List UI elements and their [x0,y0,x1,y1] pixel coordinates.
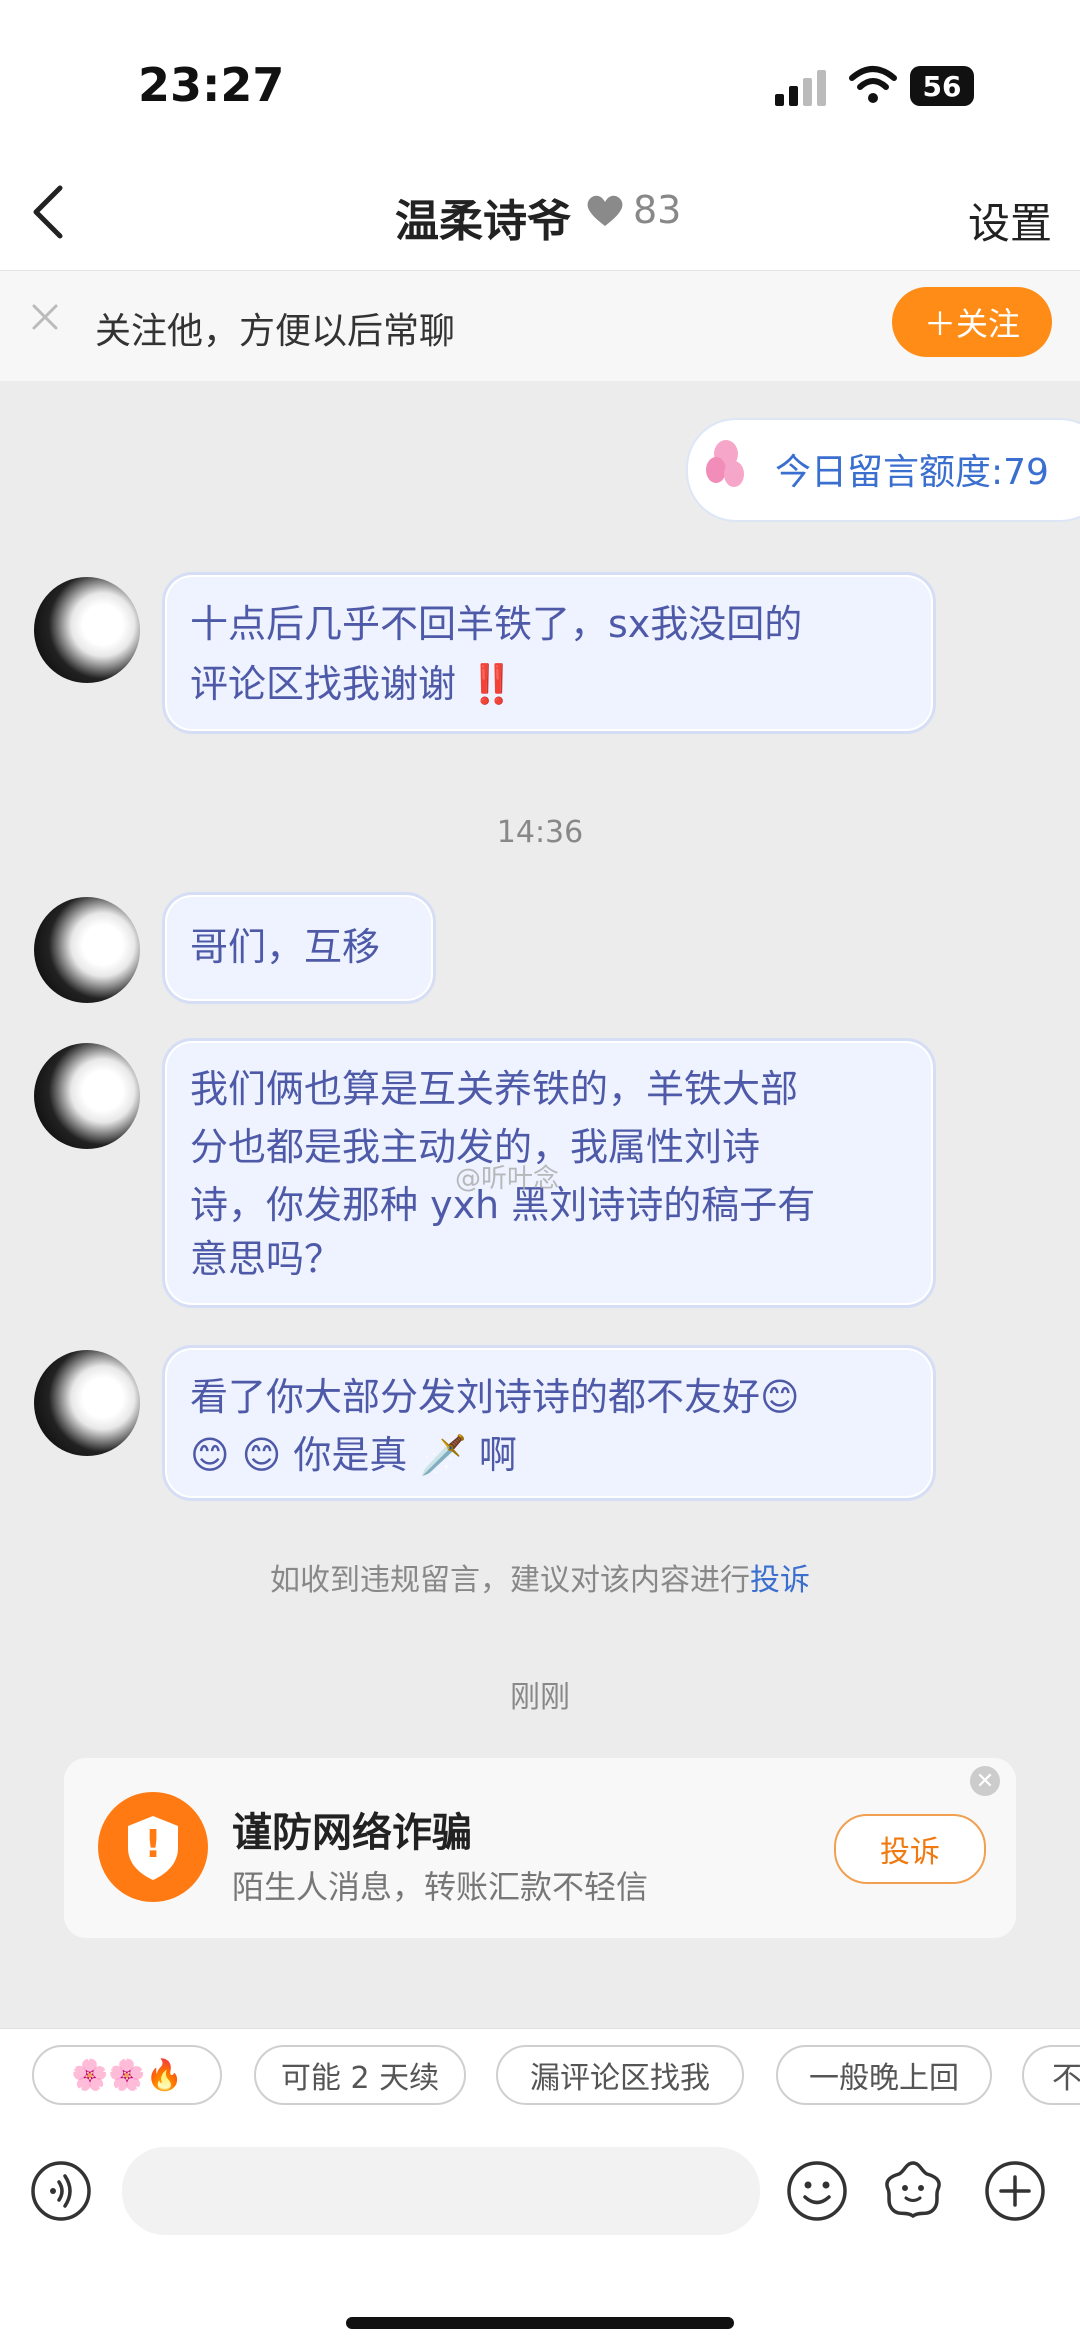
quick-reply-chip[interactable]: 一般晚上回 [776,2045,992,2105]
message-text: 意思吗？ [190,1237,343,1281]
sticker-icon[interactable] [880,2158,946,2224]
avatar[interactable] [34,1350,140,1456]
close-card-icon[interactable]: ✕ [970,1766,1000,1796]
voice-icon[interactable] [30,2160,92,2222]
battery-icon: 56 [910,66,982,106]
wifi-icon [849,66,897,103]
add-icon[interactable] [984,2160,1046,2222]
timestamp: 14:36 [496,815,584,850]
follow-banner-text: 关注他，方便以后常聊 [95,311,456,352]
report-notice: 如收到违规留言，建议对该内容进行投诉 [0,1555,1080,1599]
avatar[interactable] [34,1043,140,1149]
avatar[interactable] [34,897,140,1003]
quick-reply-chip[interactable]: 可能 2 天续 [254,2045,466,2105]
report-link[interactable]: 投诉 [750,1563,810,1598]
message-text: 哥们，互移 [190,925,381,969]
fraud-card-subtitle: 陌生人消息，转账汇款不轻信 [232,1868,649,1906]
report-notice-text: 如收到违规留言，建议对该内容进行 [270,1563,750,1598]
message-text: 😊 😊 你是真 🗡️ 啊 [190,1433,517,1477]
cellular-signal-icon [775,70,826,106]
page-title[interactable]: 温柔诗爷 [395,185,571,249]
intimacy-level: 83 [633,188,682,232]
watermark: @听叶念 [455,1164,560,1194]
heart-level-icon [587,195,623,226]
message-text: 看了你大部分发刘诗诗的都不友好😊 [190,1375,800,1419]
close-icon[interactable] [30,302,60,332]
timestamp: 刚刚 [510,1680,570,1715]
fraud-card-title: 谨防网络诈骗 [232,1810,472,1856]
battery-level: 56 [910,66,974,106]
status-time: 23:27 [138,58,285,112]
shield-exclamation: ! [144,1822,162,1866]
back-arrow-icon[interactable] [28,182,68,242]
message-text: 评论区找我谢谢 ‼️ [190,662,516,706]
quick-reply-chip[interactable]: 不 [1022,2045,1080,2105]
flower-icon [706,440,744,487]
avatar[interactable] [34,577,140,683]
daily-quota-text: 今日留言额度:79 [775,452,1049,493]
message-text: 我们俩也算是互关养铁的，羊铁大部 [190,1067,799,1111]
shield-warning-icon: ! [98,1792,208,1902]
follow-button[interactable]: ＋关注 [892,287,1052,357]
message-text: 十点后几乎不回羊铁了，sx我没回的 [190,602,803,646]
message-input[interactable] [122,2147,760,2235]
complain-button[interactable]: 投诉 [834,1814,986,1884]
quick-reply-chip[interactable]: 🌸🌸🔥 [32,2045,222,2105]
quick-reply-chip[interactable]: 漏评论区找我 [496,2045,744,2105]
emoji-icon[interactable] [786,2160,848,2222]
settings-button[interactable]: 设置 [968,190,1052,251]
home-indicator [346,2317,734,2329]
